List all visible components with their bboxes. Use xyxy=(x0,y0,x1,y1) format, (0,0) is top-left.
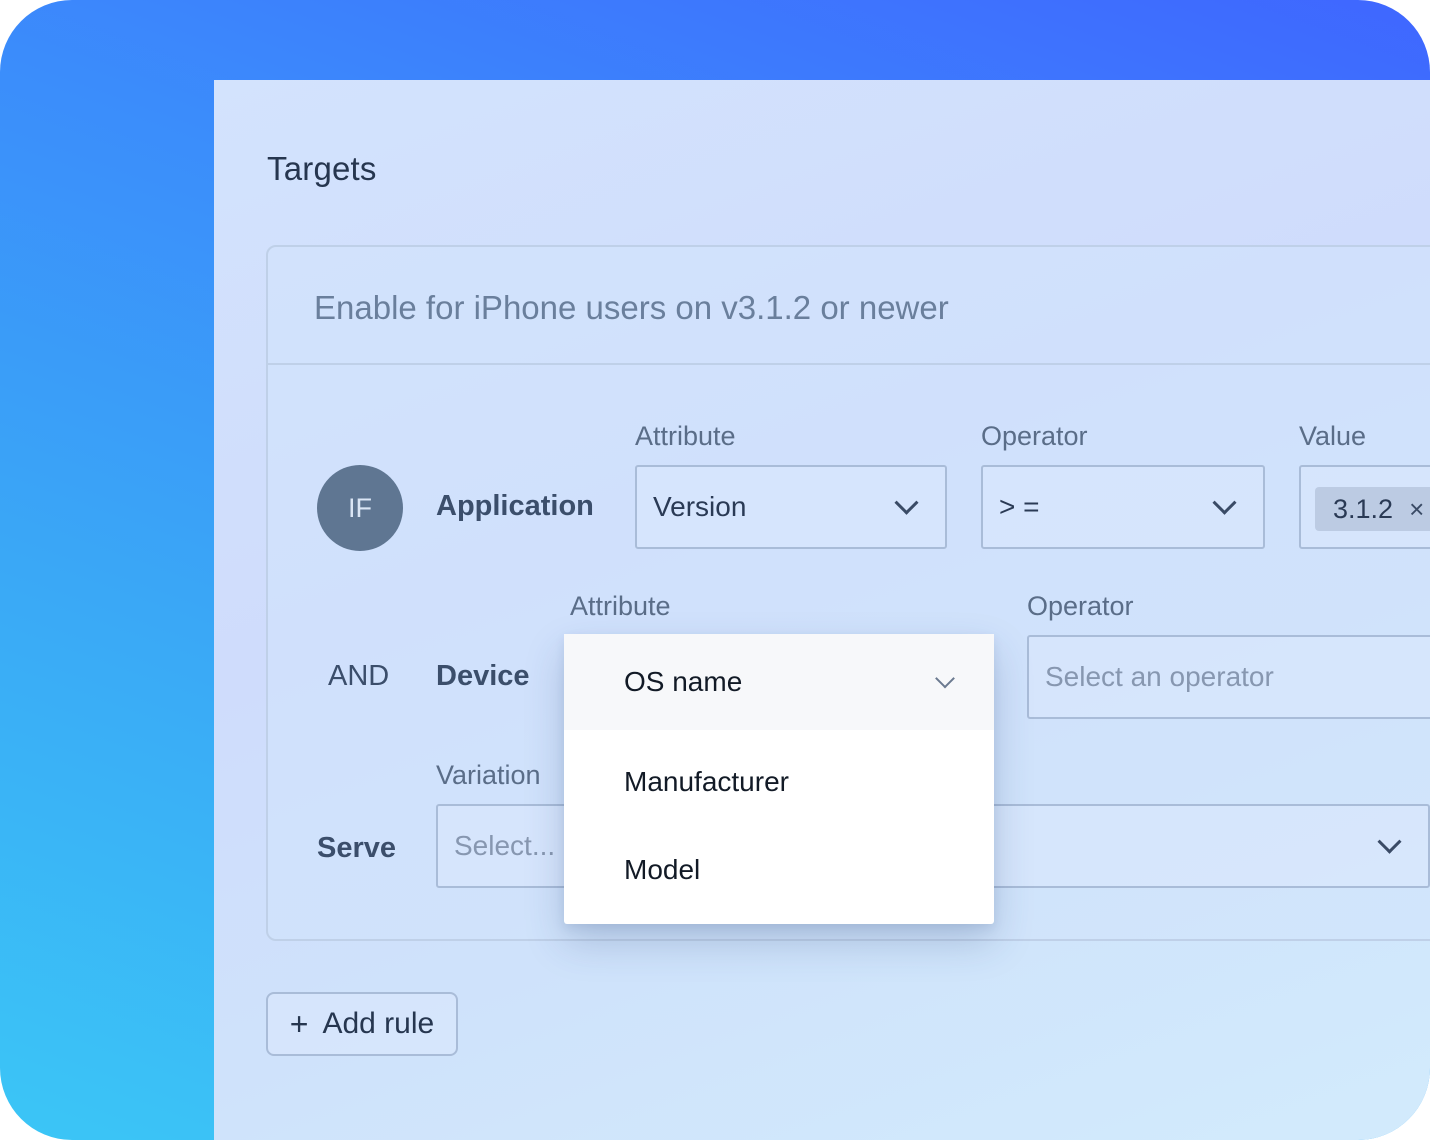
close-icon[interactable]: × xyxy=(1409,494,1424,525)
rule-description[interactable]: Enable for iPhone users on v3.1.2 or new… xyxy=(314,289,949,327)
value-input[interactable]: 3.1.2 × xyxy=(1299,465,1430,549)
value-chip-label: 3.1.2 xyxy=(1333,493,1394,524)
operator-label: Operator xyxy=(981,421,1088,451)
value-label: Value xyxy=(1299,421,1367,451)
attribute-select-os-name[interactable]: OS name xyxy=(564,634,994,730)
application-label: Application xyxy=(436,490,594,522)
chevron-down-icon xyxy=(1377,829,1402,854)
attribute-select-value: OS name xyxy=(624,666,743,697)
operator-label: Operator xyxy=(1027,591,1134,621)
attribute-select-version[interactable]: Version xyxy=(635,465,947,549)
variation-label: Variation xyxy=(436,760,541,790)
operator-select-value: > = xyxy=(999,491,1040,522)
add-rule-label: Add rule xyxy=(322,1007,435,1040)
app-background: Targets Enable for iPhone users on v3.1.… xyxy=(0,0,1430,1140)
device-label: Device xyxy=(436,660,530,692)
variation-select-placeholder: Select... xyxy=(454,830,556,861)
attribute-dropdown[interactable]: OS name Manufacturer Model xyxy=(564,634,994,924)
if-badge-label: IF xyxy=(348,492,372,523)
dropdown-option-manufacturer[interactable]: Manufacturer xyxy=(624,766,789,798)
dropdown-option-model[interactable]: Model xyxy=(624,854,700,886)
chevron-down-icon xyxy=(935,668,955,689)
attribute-select-value: Version xyxy=(653,491,747,522)
chevron-down-icon xyxy=(1212,490,1237,515)
add-rule-button[interactable]: + Add rule xyxy=(266,992,458,1056)
operator-select[interactable]: Select an operator xyxy=(1027,635,1430,719)
targets-panel: Targets Enable for iPhone users on v3.1.… xyxy=(214,80,1430,1140)
attribute-label: Attribute xyxy=(570,591,671,621)
serve-label: Serve xyxy=(317,832,397,864)
rule-card-header: Enable for iPhone users on v3.1.2 or new… xyxy=(268,247,1430,365)
page-title: Targets xyxy=(267,150,377,187)
if-badge: IF xyxy=(317,465,403,551)
operator-select-placeholder: Select an operator xyxy=(1045,661,1274,692)
plus-icon: + xyxy=(289,1006,309,1042)
and-label: AND xyxy=(328,660,390,692)
attribute-label: Attribute xyxy=(635,421,736,451)
operator-select[interactable]: > = xyxy=(981,465,1265,549)
chevron-down-icon xyxy=(894,490,919,515)
value-chip: 3.1.2 × xyxy=(1315,487,1430,531)
